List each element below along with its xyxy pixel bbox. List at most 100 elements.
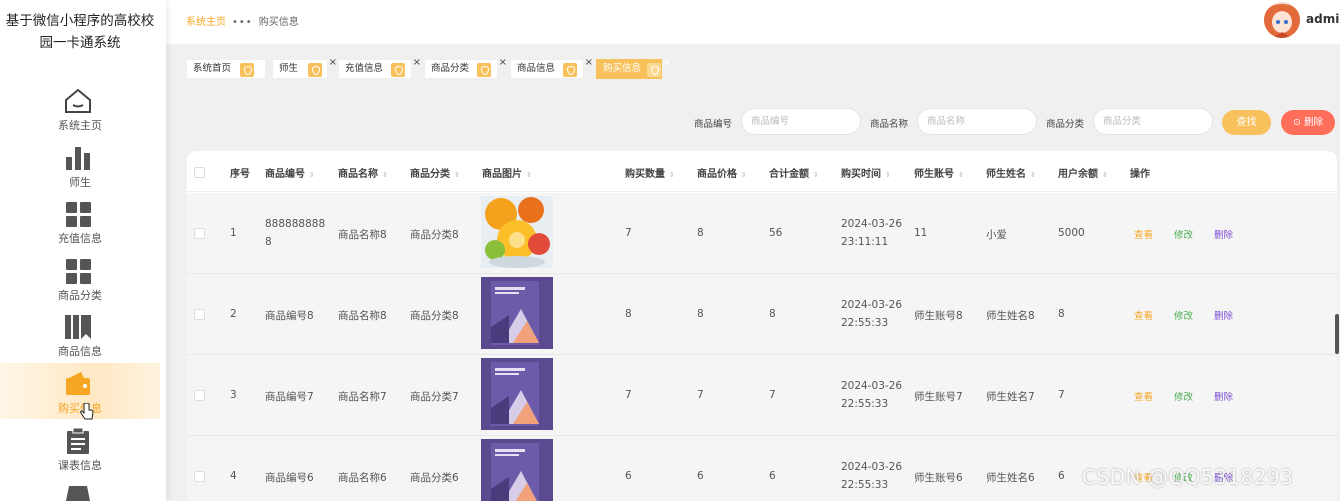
column-header[interactable]: 商品分类 ⇕ [410,165,460,180]
sort-icon: ⇕ [813,171,819,179]
search-input-name[interactable]: 商品名称 [917,108,1037,135]
column-header[interactable]: 用户余额 ⇕ [1058,165,1108,180]
sidebar-item-schedule[interactable]: 课表信息 [0,420,160,476]
edit-button[interactable]: 修改 [1174,227,1193,241]
sort-icon: ⇕ [741,171,747,179]
column-header[interactable]: 商品图片 ⇕ [482,165,532,180]
bar-chart-icon [66,147,90,170]
cell-total: 7 [769,389,776,401]
heart-icon [308,63,322,77]
sidebar-item-recharge[interactable]: 充值信息 [0,193,160,249]
column-header[interactable]: 师生账号 ⇕ [914,165,964,180]
product-image [481,358,553,430]
close-icon[interactable]: × [663,54,671,72]
column-header[interactable]: 合计金额 ⇕ [769,165,819,180]
sort-icon: ⇕ [454,171,460,179]
cell-qty: 6 [625,470,632,482]
table-row: 1 888888888 8 商品名称8 商品分类8 7 8 56 2024-03… [187,193,1337,274]
cell-name: 商品名称7 [338,391,387,403]
cell-time: 22:55:33 [841,479,889,491]
home-icon [65,88,91,113]
top-bar: 系统主页 ••• 购买信息 admin [166,0,1340,44]
cell-time: 22:55:33 [841,317,889,329]
table-row: 2 商品编号8 商品名称8 商品分类8 8 8 8 2024-03-26 22:… [187,274,1337,355]
cell-balance: 6 [1058,470,1065,482]
avatar-image [1264,2,1300,38]
cell-name: 商品名称8 [338,229,387,241]
view-button[interactable]: 查看 [1134,308,1153,322]
cell-price: 6 [697,470,704,482]
tab-category[interactable]: 商品分类 × [424,57,507,79]
cell-person: 师生姓名7 [986,391,1035,403]
tab-teachers[interactable]: 师生 × [272,57,337,79]
sidebar-item-label: 课表信息 [58,459,102,472]
heart-icon [391,63,405,77]
row-checkbox[interactable] [194,390,205,401]
column-header[interactable]: 购买数量 ⇕ [625,165,675,180]
search-label-code: 商品编号 [694,119,733,130]
sidebar-item-products[interactable]: 商品信息 [0,306,160,362]
books-icon [65,315,91,339]
close-icon[interactable]: × [585,54,593,72]
view-button[interactable]: 查看 [1134,389,1153,403]
more-menu-icon [66,486,90,501]
column-header: 序号 [230,169,250,180]
tab-label: 商品信息 [517,63,556,74]
cell-date: 2024-03-26 [841,461,903,473]
edit-button[interactable]: 修改 [1174,389,1193,403]
clipboard-icon [67,427,89,454]
cell-price: 8 [697,227,704,239]
sidebar: 基于微信小程序的高校校 园一卡通系统 系统主页 师生 充值信息 商品分类 商品信… [0,0,166,501]
cell-index: 2 [230,308,237,320]
row-checkbox[interactable] [194,471,205,482]
tab-recharge[interactable]: 充值信息 × [338,57,421,79]
cell-balance: 7 [1058,389,1065,401]
cell-qty: 8 [625,308,632,320]
sidebar-item-home[interactable]: 系统主页 [0,80,160,136]
cell-code: 888888888 [265,218,326,230]
avatar[interactable] [1264,2,1300,38]
row-checkbox[interactable] [194,228,205,239]
breadcrumb-home[interactable]: 系统主页 [186,17,226,28]
find-button[interactable]: 查找 [1222,110,1271,135]
watermark: CSDN @QQ5318293 [1082,465,1294,489]
sidebar-item-category[interactable]: 商品分类 [0,250,160,306]
breadcrumb-current: 购买信息 [258,17,299,28]
column-header[interactable]: 师生姓名 ⇕ [986,165,1036,180]
tab-purchase[interactable]: 购买信息 × [596,57,671,79]
close-icon[interactable]: × [329,54,337,72]
close-icon[interactable]: × [413,54,421,72]
tab-home[interactable]: 系统首页 [186,59,266,79]
username[interactable]: admin [1306,12,1340,26]
view-button[interactable]: 查看 [1134,227,1153,241]
delete-button[interactable]: 删除 [1214,389,1233,403]
app-title-line1: 基于微信小程序的高校校 [5,13,155,29]
table-header: 序号 商品编号 ⇕ 商品名称 ⇕ 商品分类 ⇕ 商品图片 ⇕ 购买数量 ⇕ 商品价格 ⇕ 合… [187,151,1337,192]
batch-delete-label: 删除 [1303,117,1323,128]
search-input-category[interactable]: 商品分类 [1093,108,1213,135]
tab-products[interactable]: 商品信息 × [510,57,593,79]
cell-time: 23:11:11 [841,236,889,248]
column-header[interactable]: 购买时间 ⇕ [841,165,891,180]
column-header[interactable]: 商品价格 ⇕ [697,165,747,180]
edit-button[interactable]: 修改 [1174,308,1193,322]
sidebar-item-label: 商品分类 [58,289,102,302]
tab-label: 商品分类 [431,63,470,74]
cell-code-wrap: 8 [265,236,272,248]
search-label-name: 商品名称 [870,119,909,130]
cell-name: 商品名称8 [338,310,387,322]
delete-button[interactable]: 删除 [1214,308,1233,322]
select-all-checkbox[interactable] [194,167,205,178]
sidebar-item-purchase[interactable]: 购买信息 [0,363,160,420]
search-input-code[interactable]: 商品编号 [741,108,861,135]
batch-delete-button[interactable]: ⊙ 删除 [1281,110,1335,135]
row-checkbox[interactable] [194,309,205,320]
close-icon[interactable]: × [499,54,507,72]
column-header[interactable]: 商品编号 ⇕ [265,165,315,180]
column-header[interactable]: 商品名称 ⇕ [338,165,388,180]
sidebar-item-teachers[interactable]: 师生 [0,137,160,193]
delete-button[interactable]: 删除 [1214,227,1233,241]
cell-code: 商品编号6 [265,472,314,484]
page-scrollbar[interactable] [1335,314,1339,354]
sort-icon: ⇕ [885,171,891,179]
